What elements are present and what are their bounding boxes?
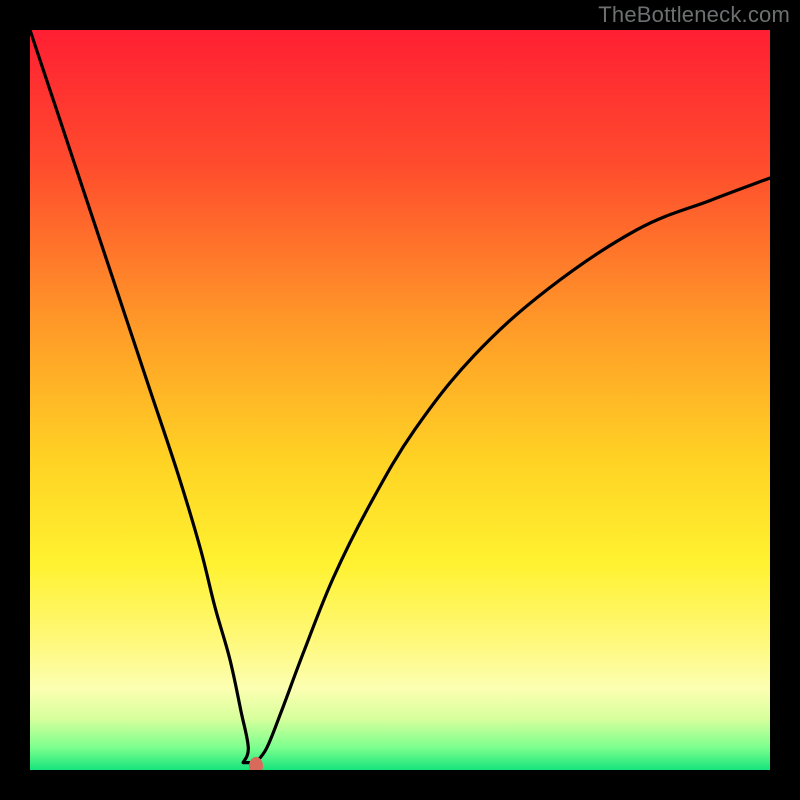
chart-frame: TheBottleneck.com xyxy=(0,0,800,800)
bottleneck-curve xyxy=(30,30,770,770)
watermark-text: TheBottleneck.com xyxy=(598,2,790,28)
minimum-marker xyxy=(249,757,263,770)
plot-area xyxy=(30,30,770,770)
